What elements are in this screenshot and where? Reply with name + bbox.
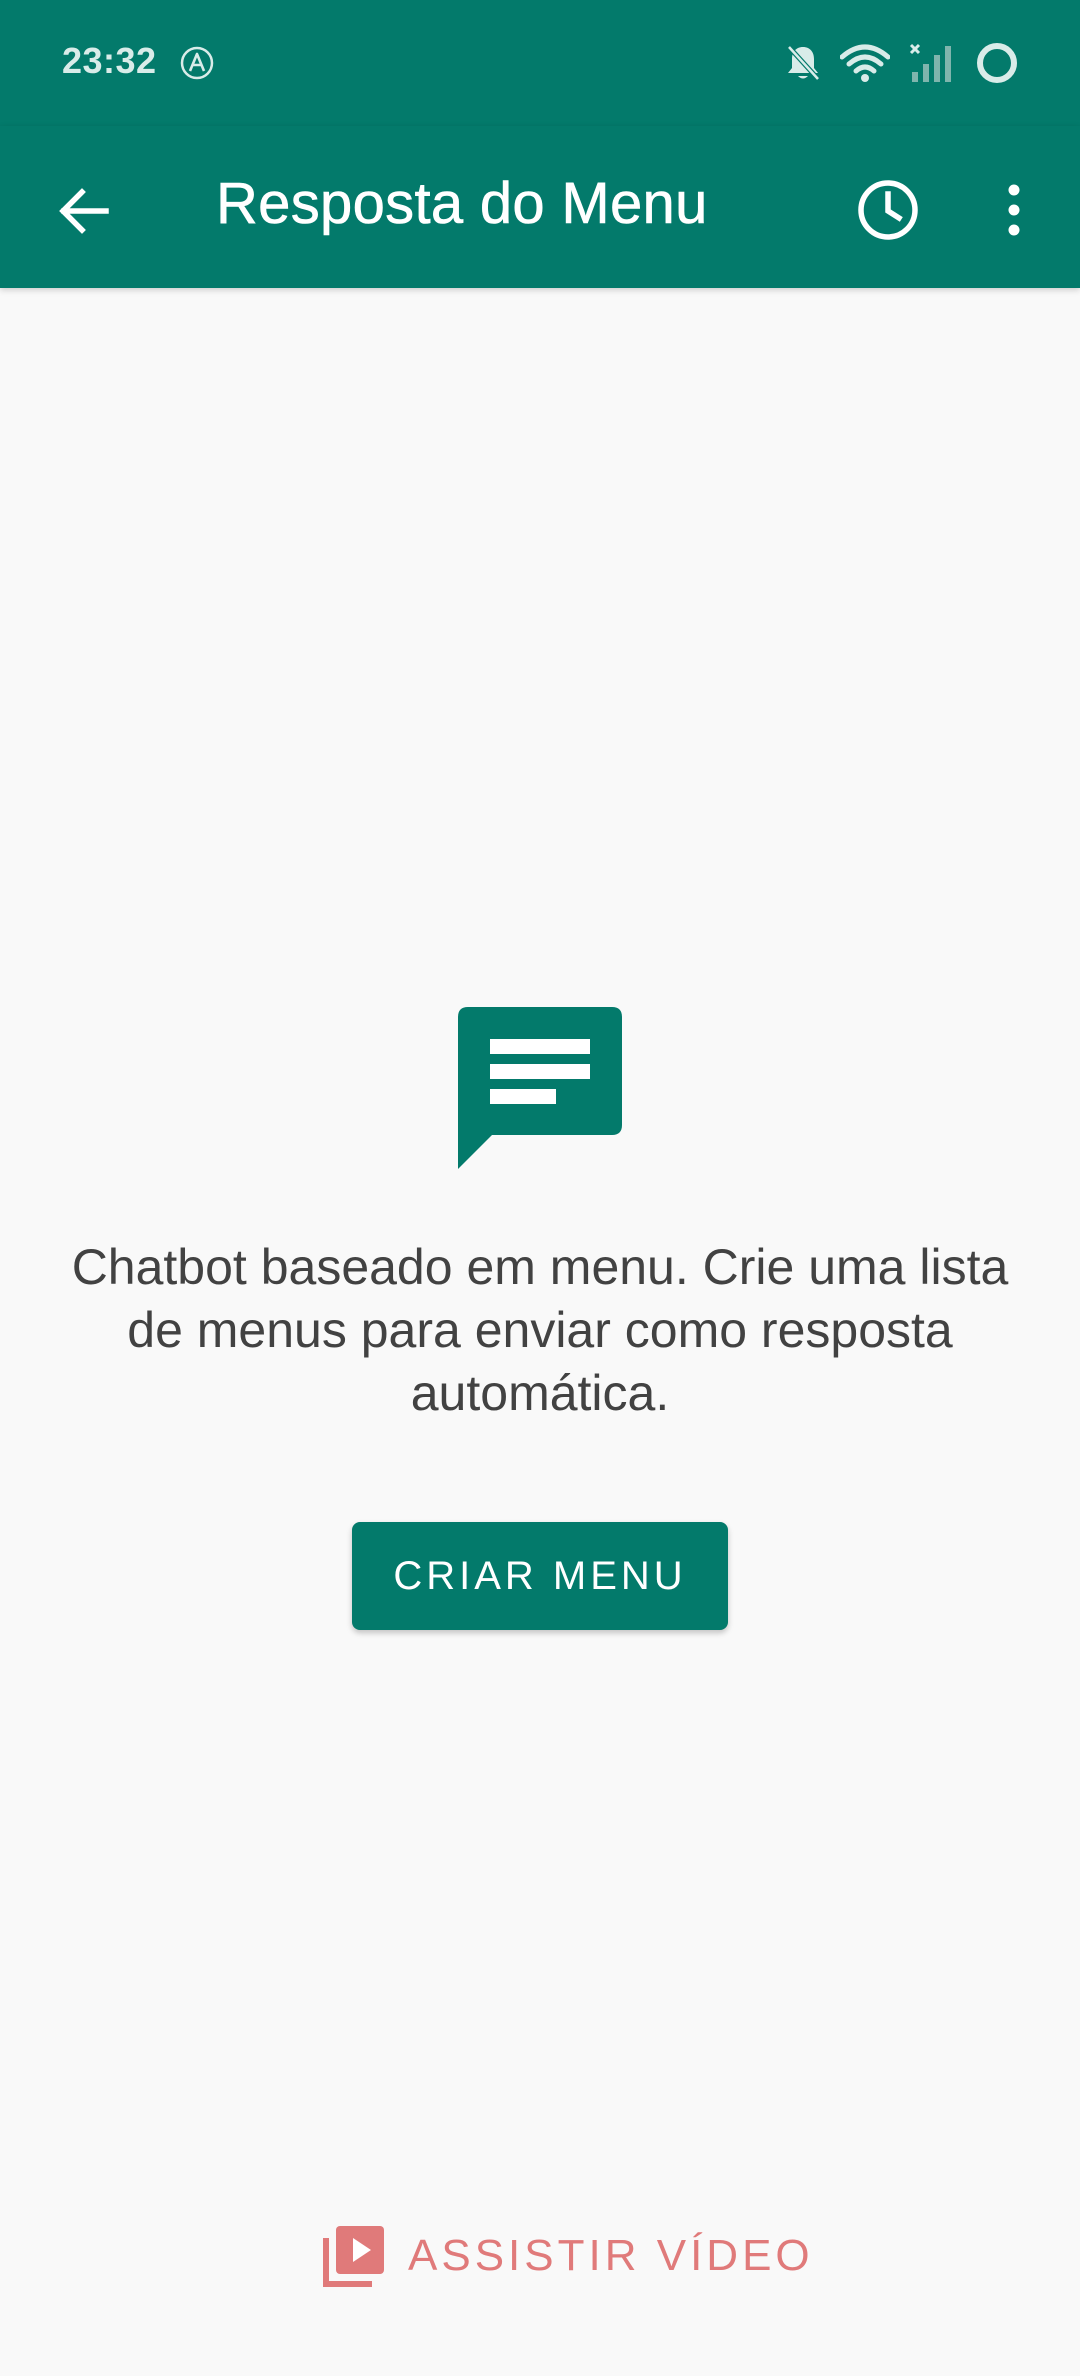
watch-video-link[interactable]: ASSISTIR VÍDEO <box>322 2222 814 2290</box>
video-library-icon <box>323 2226 384 2287</box>
history-clock-icon <box>858 180 918 240</box>
create-menu-button[interactable]: CRIAR MENU <box>352 1522 728 1630</box>
more-vert-icon <box>1008 184 1020 236</box>
back-arrow-icon <box>59 188 109 234</box>
wifi-icon <box>840 44 890 82</box>
more-options-button[interactable] <box>966 162 1062 258</box>
app-bar: Resposta do Menu <box>0 126 1080 288</box>
cellular-signal-off-icon <box>909 43 951 82</box>
history-button[interactable] <box>840 162 936 258</box>
back-button[interactable] <box>36 163 132 259</box>
sync-circle-icon <box>977 43 1017 83</box>
empty-state-message: Chatbot baseado em menu. Crie uma lista … <box>71 1239 1009 1421</box>
watch-video-label: ASSISTIR VÍDEO <box>408 2231 814 2280</box>
screen: 23:32 Resposta do Menu Chatbot baseado e… <box>0 0 1080 2376</box>
page-title: Resposta do Menu <box>216 171 708 237</box>
notifications-off-icon <box>787 45 820 81</box>
status-time: 23:32 <box>62 40 157 81</box>
status-bar: 23:32 <box>0 0 1080 126</box>
auto-a-icon <box>180 46 214 80</box>
status-icons <box>784 38 1020 88</box>
chat-message-icon <box>458 1007 622 1169</box>
